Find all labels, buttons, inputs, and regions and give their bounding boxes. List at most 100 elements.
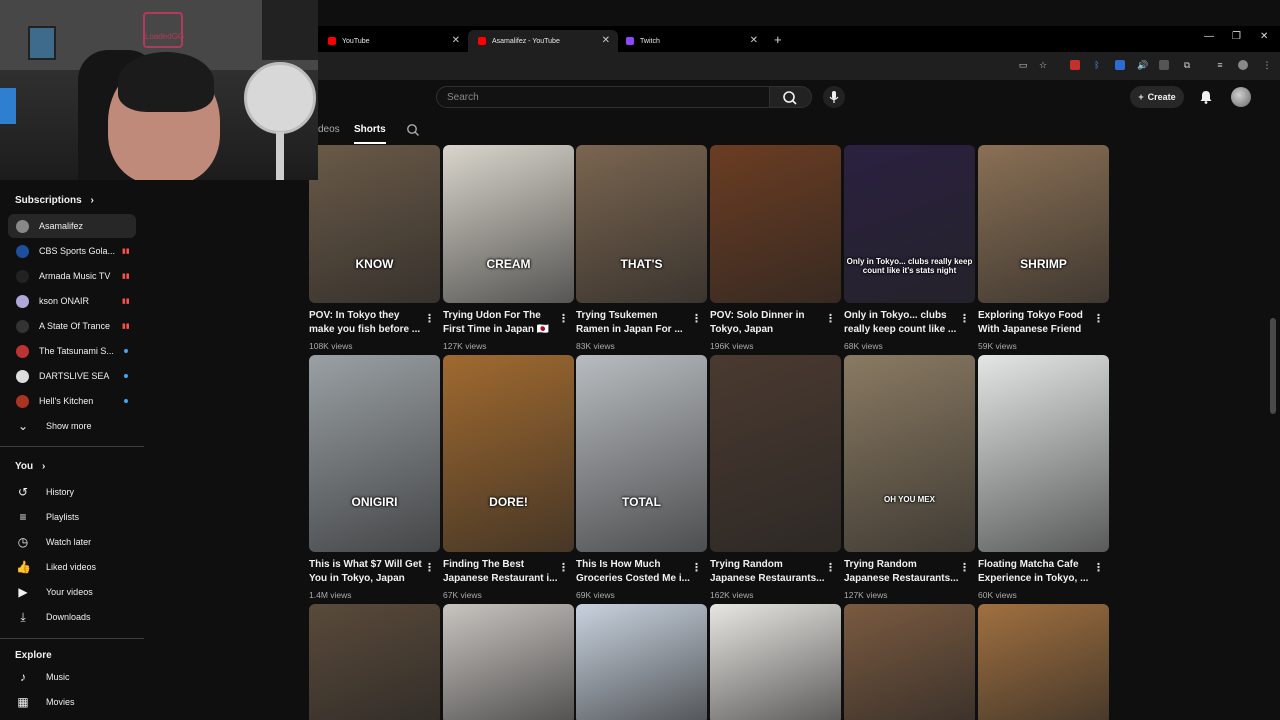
short-thumbnail[interactable]: Only in Tokyo... clubs really keep count… [844,145,975,303]
more-options-icon[interactable]: ⋮ [424,312,435,325]
minimize-icon[interactable]: — [1204,31,1214,42]
short-title[interactable]: Floating Matcha Cafe Experience in Tokyo… [978,558,1096,586]
sidebar-item-music[interactable]: ♪ Music [8,665,136,689]
extension-shield-icon[interactable] [1115,60,1125,70]
voice-search-button[interactable] [823,86,845,108]
subscriptions-heading[interactable]: Subscriptions › [15,195,94,206]
close-tab-icon[interactable]: ✕ [602,35,610,46]
browser-menu-icon[interactable]: ⋮ [1262,60,1272,70]
profile-icon[interactable] [1238,60,1248,70]
subscription-item[interactable]: Asamalifez [8,214,136,238]
short-thumbnail[interactable] [844,604,975,720]
more-options-icon[interactable]: ⋮ [959,312,970,325]
channel-search-icon[interactable] [406,123,420,137]
cast-icon[interactable]: ▭ [1018,60,1028,70]
tab-shorts[interactable]: Shorts [354,124,386,135]
extension-tab-icon[interactable]: ≡ [1215,60,1225,70]
short-title-line1: Trying Random [844,559,917,570]
search-button[interactable] [770,86,812,108]
sidebar-item-downloads[interactable]: ⤓ Downloads [8,605,136,629]
more-options-icon[interactable]: ⋮ [825,312,836,325]
extensions-puzzle-icon[interactable]: ⧉ [1182,60,1192,70]
short-thumbnail[interactable]: TOTAL [576,355,707,552]
short-thumbnail[interactable]: THAT'S [576,145,707,303]
more-options-icon[interactable]: ⋮ [691,312,702,325]
close-tab-icon[interactable]: ✕ [750,35,758,46]
subscription-item[interactable]: kson ONAIR ▮▮ [8,289,136,313]
subscription-item[interactable]: Armada Music TV ▮▮ [8,264,136,288]
sidebar-item-watch-later[interactable]: ◷ Watch later [8,530,136,554]
more-options-icon[interactable]: ⋮ [691,561,702,574]
more-options-icon[interactable]: ⋮ [1093,312,1104,325]
more-options-icon[interactable]: ⋮ [959,561,970,574]
bookmark-star-icon[interactable]: ☆ [1038,60,1048,70]
sidebar-item-liked-videos[interactable]: 👍 Liked videos [8,555,136,579]
short-thumbnail[interactable] [443,604,574,720]
extension-bluetooth-icon[interactable]: ᛒ [1092,60,1102,70]
show-more-button[interactable]: ⌄ Show more [8,414,136,438]
short-thumbnail[interactable] [978,604,1109,720]
more-options-icon[interactable]: ⋮ [424,561,435,574]
short-title[interactable]: Finding The Best Japanese Restaurant i..… [443,558,561,586]
short-thumbnail[interactable] [710,355,841,552]
short-title[interactable]: Trying Random Japanese Restaurants... [710,558,828,586]
restore-icon[interactable]: ❐ [1232,31,1241,42]
short-thumbnail[interactable]: ONIGIRI [309,355,440,552]
webcam-fan [244,62,316,134]
short-thumbnail[interactable] [576,604,707,720]
volume-icon[interactable]: 🔊 [1137,60,1148,70]
short-title-line2: Japanese Restaurant i... [443,573,558,584]
short-thumbnail[interactable]: KNOW [309,145,440,303]
short-thumbnail[interactable]: OH YOU MEX [844,355,975,552]
window-close-icon[interactable]: ✕ [1260,31,1268,42]
history-icon: ↺ [17,485,29,499]
more-options-icon[interactable]: ⋮ [825,561,836,574]
browser-tab-asamalifez[interactable]: Asamalifez - YouTube ✕ [468,30,618,52]
short-title[interactable]: Exploring Tokyo Food With Japanese Frien… [978,309,1096,337]
short-thumbnail[interactable]: DORE! [443,355,574,552]
short-title[interactable]: Trying Random Japanese Restaurants... [844,558,962,586]
more-options-icon[interactable]: ⋮ [558,561,569,574]
page-scrollbar[interactable] [1270,318,1276,414]
channel-tabs: deos Shorts [318,118,918,144]
sidebar-item-playlists[interactable]: ≡ Playlists [8,505,136,529]
view-count: 68K views [844,341,883,351]
short-title-line2: Tokyo, Japan [710,324,774,335]
subscription-item[interactable]: DARTSLIVE SEA [8,364,136,388]
short-title[interactable]: This Is How Much Groceries Costed Me i..… [576,558,694,586]
tab-videos[interactable]: deos [318,124,340,135]
short-thumbnail[interactable]: SHRIMP [978,145,1109,303]
subscription-item[interactable]: Hell's Kitchen [8,389,136,413]
short-title[interactable]: Trying Udon For The First Time in Japan … [443,309,561,337]
short-title[interactable]: Only in Tokyo... clubs really keep count… [844,309,962,337]
search-input[interactable]: Search [436,86,770,108]
create-button[interactable]: + Create [1130,86,1184,108]
account-avatar[interactable] [1231,87,1251,107]
short-thumbnail[interactable] [309,604,440,720]
you-heading[interactable]: You › [15,461,45,472]
extension-gray-icon[interactable] [1159,60,1169,70]
more-options-icon[interactable]: ⋮ [558,312,569,325]
notifications-bell-icon[interactable] [1198,89,1214,105]
subscription-item[interactable]: CBS Sports Gola... ▮▮ [8,239,136,263]
short-thumbnail[interactable] [710,604,841,720]
sidebar-item-movies[interactable]: ▦ Movies [8,690,136,714]
subscription-item[interactable]: The Tatsunami S... [8,339,136,363]
new-tab-button[interactable]: + [774,32,782,47]
more-options-icon[interactable]: ⋮ [1093,561,1104,574]
browser-tab-youtube[interactable]: YouTube ✕ [318,30,468,52]
short-thumbnail[interactable] [978,355,1109,552]
subscription-item[interactable]: A State Of Trance ▮▮ [8,314,136,338]
sidebar-item-history[interactable]: ↺ History [8,480,136,504]
sidebar-item-label: Music [46,672,70,682]
short-title[interactable]: Trying Tsukemen Ramen in Japan For ... [576,309,694,337]
close-tab-icon[interactable]: ✕ [452,35,460,46]
short-title[interactable]: This is What $7 Will Get You in Tokyo, J… [309,558,427,586]
sidebar-item-your-videos[interactable]: ▶ Your videos [8,580,136,604]
extension-mail-icon[interactable] [1070,60,1080,70]
short-thumbnail[interactable]: CREAM [443,145,574,303]
browser-tab-twitch[interactable]: Twitch ✕ [616,30,766,52]
short-title[interactable]: POV: In Tokyo they make you fish before … [309,309,427,337]
short-title[interactable]: POV: Solo Dinner in Tokyo, Japan [710,309,828,337]
short-thumbnail[interactable] [710,145,841,303]
